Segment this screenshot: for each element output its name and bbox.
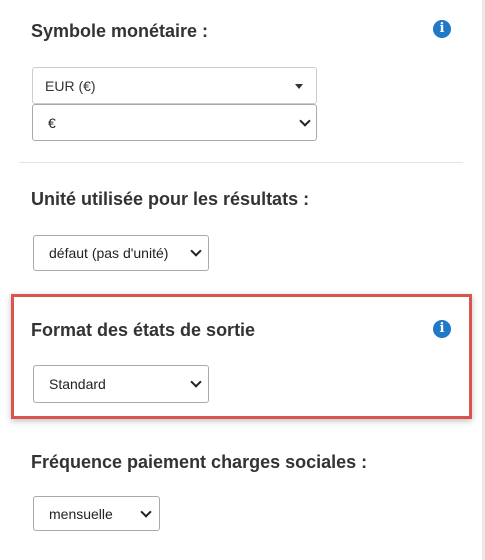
currency-dropdown[interactable]: EUR (€) — [32, 67, 317, 104]
chevron-down-icon — [190, 245, 202, 257]
currency-symbol-select[interactable]: € — [32, 104, 317, 141]
highlight-box — [11, 294, 472, 419]
currency-symbol-value: € — [48, 114, 56, 131]
social-charges-frequency-select[interactable]: mensuelle — [33, 496, 160, 531]
social-charges-frequency-title: Fréquence paiement charges sociales : — [31, 452, 368, 472]
unit-select[interactable]: défaut (pas d'unité) — [33, 235, 209, 271]
unit-select-value: défaut (pas d'unité) — [49, 245, 169, 261]
unit-title: Unité utilisée pour les résultats : — [31, 189, 310, 209]
chevron-down-icon — [299, 115, 311, 127]
section-divider — [19, 162, 463, 163]
chevron-down-icon — [140, 506, 152, 518]
currency-dropdown-value: EUR (€) — [45, 77, 96, 94]
caret-down-icon — [295, 84, 303, 89]
settings-panel: Symbole monétaire : i EUR (€) € Unité ut… — [0, 0, 482, 560]
info-icon[interactable]: i — [433, 20, 451, 38]
currency-symbol-title: Symbole monétaire : — [31, 21, 209, 41]
frequency-select-value: mensuelle — [49, 505, 113, 522]
